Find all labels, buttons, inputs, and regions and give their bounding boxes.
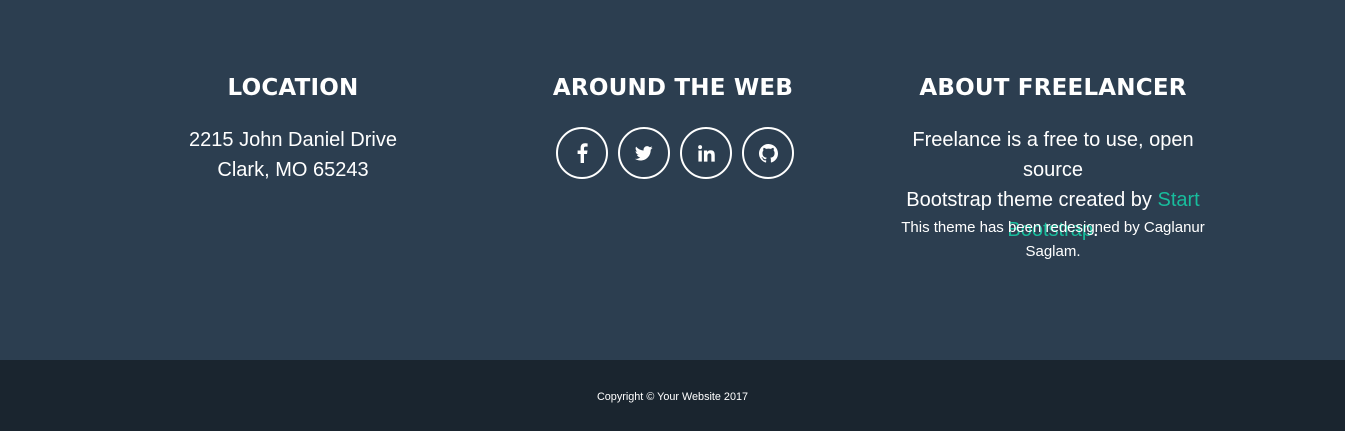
redesign-note: This theme has been redesigned by Caglan… xyxy=(880,216,1226,264)
social-links xyxy=(556,127,794,179)
facebook-button[interactable] xyxy=(556,127,608,179)
location-heading: LOCATION xyxy=(227,75,359,101)
twitter-icon xyxy=(635,145,653,160)
around-the-web-heading: AROUND THE WEB xyxy=(552,75,794,101)
about-text-line-2: Bootstrap theme created by Start xyxy=(880,185,1226,215)
address-line-2: Clark, MO 65243 xyxy=(217,159,369,181)
start-bootstrap-link-start[interactable]: Start xyxy=(1158,189,1200,211)
facebook-icon xyxy=(577,143,588,163)
footer: LOCATION 2215 John Daniel Drive Clark, M… xyxy=(0,0,1345,360)
copyright-text: Copyright © Your Website 2017 xyxy=(596,391,749,403)
location-address: 2215 John Daniel Drive Clark, MO 65243 xyxy=(140,125,446,185)
github-icon xyxy=(758,143,778,163)
about-text-prefix: Bootstrap theme created by xyxy=(906,189,1152,211)
twitter-button[interactable] xyxy=(618,127,670,179)
copyright-bar: Copyright © Your Website 2017 xyxy=(0,360,1345,431)
linkedin-icon xyxy=(697,144,715,162)
about-text-line-1: Freelance is a free to use, open source xyxy=(912,129,1194,181)
linkedin-button[interactable] xyxy=(680,127,732,179)
redesign-note-line-1: This theme has been redesigned by Caglan… xyxy=(901,219,1205,236)
address-line-1: 2215 John Daniel Drive xyxy=(189,129,397,151)
github-button[interactable] xyxy=(742,127,794,179)
about-heading: ABOUT FREELANCER xyxy=(919,75,1187,101)
redesign-note-line-2: Saglam. xyxy=(1025,243,1081,260)
